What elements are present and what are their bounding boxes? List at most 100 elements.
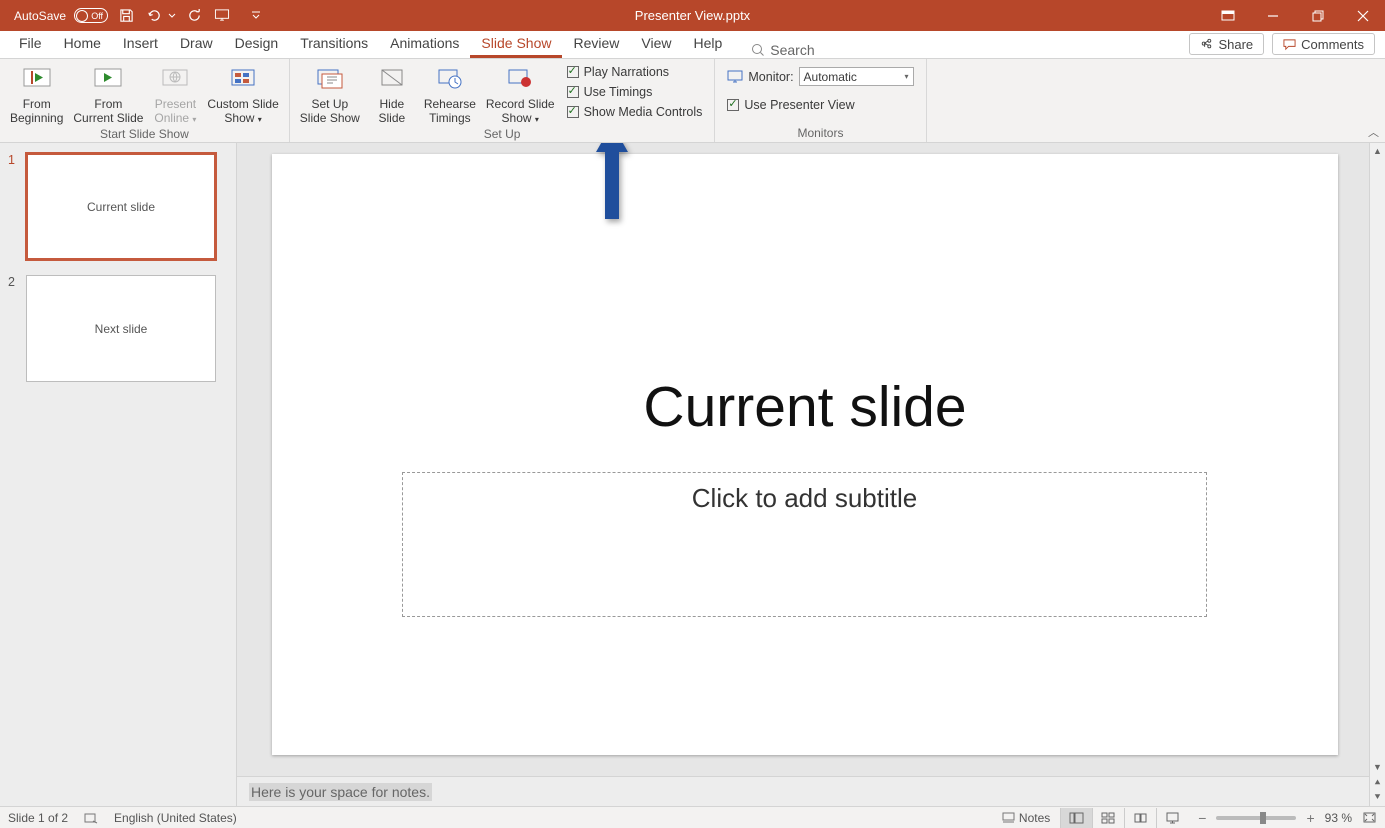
monitor-select[interactable]: Automatic▾ xyxy=(799,67,914,86)
from-beginning-button[interactable]: From Beginning xyxy=(6,63,67,125)
scroll-up-icon[interactable]: ▲ xyxy=(1370,143,1385,159)
tab-design[interactable]: Design xyxy=(224,30,290,58)
ribbon-tab-strip: File Home Insert Draw Design Transitions… xyxy=(0,31,1385,59)
group-monitors: Monitor: Automatic▾ Use Presenter View M… xyxy=(715,59,926,142)
zoom-slider[interactable] xyxy=(1216,816,1296,820)
zoom-out-button[interactable]: − xyxy=(1198,810,1206,826)
thumbnail-number: 1 xyxy=(8,153,20,167)
use-timings-checkbox[interactable]: Use Timings xyxy=(567,85,703,99)
autosave-state: Off xyxy=(91,11,103,21)
chevron-down-icon: ▾ xyxy=(535,115,539,124)
slide-sorter-view-button[interactable] xyxy=(1092,808,1124,828)
autosave-toggle[interactable]: Off xyxy=(74,8,108,23)
from-current-slide-button[interactable]: From Current Slide xyxy=(69,63,147,125)
chevron-down-icon: ▾ xyxy=(192,115,196,124)
spell-check-icon[interactable] xyxy=(84,812,98,824)
monitor-icon xyxy=(727,70,743,83)
rehearse-timings-button[interactable]: Rehearse Timings xyxy=(420,63,480,125)
repeat-icon[interactable] xyxy=(184,6,204,26)
custom-slide-show-button[interactable]: Custom Slide Show ▾ xyxy=(203,63,282,127)
checkbox-icon xyxy=(727,99,739,111)
slide-thumbnail-2[interactable]: Next slide xyxy=(26,275,216,382)
checkbox-icon xyxy=(567,86,579,98)
play-narrations-checkbox[interactable]: Play Narrations xyxy=(567,65,703,79)
monitor-label: Monitor: xyxy=(748,70,793,84)
slide-editor: Current slide Click to add subtitle Here… xyxy=(237,143,1369,806)
notes-placeholder[interactable]: Here is your space for notes. xyxy=(249,783,432,801)
tell-me-search[interactable]: Search xyxy=(751,42,814,58)
record-slide-show-button[interactable]: Record Slide Show ▾ xyxy=(482,63,559,127)
slide-subtitle-placeholder[interactable]: Click to add subtitle xyxy=(402,472,1207,617)
use-presenter-view-checkbox[interactable]: Use Presenter View xyxy=(727,98,913,112)
normal-view-button[interactable] xyxy=(1060,808,1092,828)
tab-draw[interactable]: Draw xyxy=(169,30,224,58)
hide-slide-icon xyxy=(376,65,408,93)
group-label-start: Start Slide Show xyxy=(6,127,283,143)
tab-slide-show[interactable]: Slide Show xyxy=(470,30,562,58)
collapse-ribbon-icon[interactable]: ︿ xyxy=(1368,124,1379,140)
tab-view[interactable]: View xyxy=(630,30,682,58)
zoom-percentage[interactable]: 93 % xyxy=(1325,811,1352,825)
slide-counter[interactable]: Slide 1 of 2 xyxy=(8,811,68,825)
comments-button[interactable]: Comments xyxy=(1272,33,1375,55)
notes-toggle-button[interactable]: Notes xyxy=(1002,811,1050,825)
undo-dropdown-icon[interactable] xyxy=(168,6,176,26)
previous-slide-icon[interactable]: ⯅ xyxy=(1374,778,1382,789)
tab-help[interactable]: Help xyxy=(682,30,733,58)
status-bar: Slide 1 of 2 English (United States) Not… xyxy=(0,806,1385,828)
reading-view-button[interactable] xyxy=(1124,808,1156,828)
tab-home[interactable]: Home xyxy=(53,30,112,58)
hide-slide-button[interactable]: Hide Slide xyxy=(366,63,418,125)
present-from-start-icon[interactable] xyxy=(212,6,232,26)
undo-icon[interactable] xyxy=(144,6,164,26)
slide-canvas-area[interactable]: Current slide Click to add subtitle xyxy=(237,143,1369,776)
checkbox-icon xyxy=(567,106,579,118)
tab-insert[interactable]: Insert xyxy=(112,30,169,58)
notes-pane[interactable]: Here is your space for notes. xyxy=(237,776,1369,806)
present-online-button[interactable]: Present Online ▾ xyxy=(149,63,201,127)
annotation-arrow-icon xyxy=(592,143,632,219)
workspace: 1 Current slide 2 Next slide Current sli… xyxy=(0,143,1385,806)
vertical-scrollbar[interactable]: ▲ ▼ ⯅ ⯆ xyxy=(1369,143,1385,806)
share-button[interactable]: Share xyxy=(1189,33,1264,55)
chevron-down-icon: ▾ xyxy=(258,115,262,124)
search-placeholder: Search xyxy=(770,42,814,58)
scroll-track[interactable] xyxy=(1370,159,1385,759)
chevron-down-icon: ▾ xyxy=(905,72,909,81)
fit-to-window-button[interactable] xyxy=(1362,811,1377,824)
minimize-icon[interactable] xyxy=(1250,0,1295,31)
tab-review[interactable]: Review xyxy=(562,30,630,58)
group-label-monitors: Monitors xyxy=(721,126,919,142)
group-label-setup: Set Up xyxy=(296,127,709,143)
set-up-icon xyxy=(314,65,346,93)
language-status[interactable]: English (United States) xyxy=(114,811,237,825)
qat-customize-icon[interactable] xyxy=(246,6,266,26)
slide-show-view-button[interactable] xyxy=(1156,808,1188,828)
zoom-in-button[interactable]: + xyxy=(1306,810,1314,826)
show-media-controls-checkbox[interactable]: Show Media Controls xyxy=(567,105,703,119)
custom-slide-show-icon xyxy=(227,65,259,93)
slide-title-placeholder[interactable]: Current slide xyxy=(272,374,1338,440)
close-icon[interactable] xyxy=(1340,0,1385,31)
thumbnail-row[interactable]: 2 Next slide xyxy=(0,275,236,382)
present-online-icon xyxy=(159,65,191,93)
thumbnail-row[interactable]: 1 Current slide xyxy=(0,153,236,260)
tab-transitions[interactable]: Transitions xyxy=(289,30,379,58)
comment-icon xyxy=(1283,38,1296,51)
group-start-slide-show: From Beginning From Current Slide Presen… xyxy=(0,59,290,142)
slide-thumbnail-1[interactable]: Current slide xyxy=(26,153,216,260)
tab-file[interactable]: File xyxy=(8,30,53,58)
next-slide-icon[interactable]: ⯆ xyxy=(1374,792,1382,803)
title-bar: AutoSave Off Presenter View.pptx xyxy=(0,0,1385,31)
ribbon-display-options-icon[interactable] xyxy=(1205,0,1250,31)
restore-icon[interactable] xyxy=(1295,0,1340,31)
save-icon[interactable] xyxy=(116,6,136,26)
rehearse-timings-icon xyxy=(434,65,466,93)
slide-canvas[interactable]: Current slide Click to add subtitle xyxy=(272,154,1338,755)
scroll-down-icon[interactable]: ▼ xyxy=(1370,759,1385,775)
from-current-slide-icon xyxy=(92,65,124,93)
tab-animations[interactable]: Animations xyxy=(379,30,470,58)
from-beginning-icon xyxy=(21,65,53,93)
comments-label: Comments xyxy=(1301,37,1364,52)
set-up-slide-show-button[interactable]: Set Up Slide Show xyxy=(296,63,364,125)
